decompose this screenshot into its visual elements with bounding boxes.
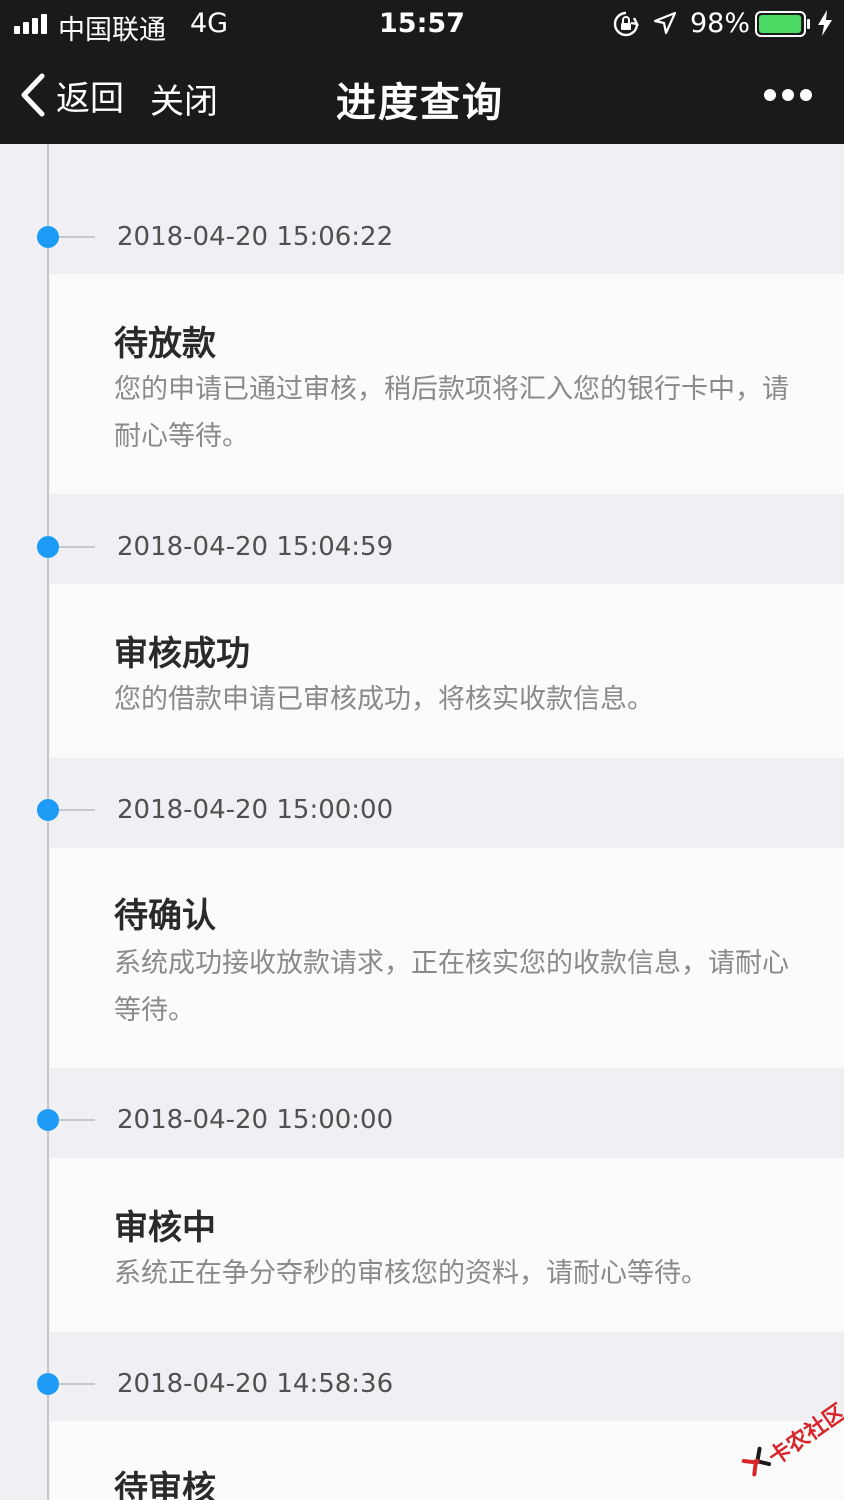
status-description: 系统正在争分夺秒的审核您的资料，请耐心等待。 [114,1258,708,1289]
status-card: 审核成功 您的借款申请已审核成功，将核实收款信息。 [50,584,844,758]
battery-percent: 98% [690,8,751,39]
status-card: 待放款 您的申请已通过审核，稍后款项将汇入您的银行卡中，请耐心等待。 [50,274,844,494]
timeline-dot-icon [37,799,59,821]
status-card: 待确认 系统成功接收放款请求，正在核实您的收款信息，请耐心等待。 [50,848,844,1068]
more-options-button[interactable] [760,84,816,106]
status-title: 审核中 [114,1208,216,1248]
status-title: 待审核 [114,1469,216,1500]
status-title: 审核成功 [114,634,250,674]
entry-timestamp: 2018-04-20 15:06:22 [117,222,394,252]
progress-timeline[interactable]: 2018-04-20 15:06:22 待放款 您的申请已通过审核，稍后款项将汇… [0,144,844,1500]
status-description: 您的借款申请已审核成功，将核实收款信息。 [114,684,654,715]
more-dots-icon [764,89,776,101]
entry-timestamp: 2018-04-20 15:00:00 [117,795,394,825]
entry-timestamp: 2018-04-20 14:58:36 [117,1369,394,1399]
status-title: 待放款 [114,324,216,364]
status-bar: 中国联通 4G 15:57 98% [0,0,844,48]
status-description: 系统成功接收放款请求，正在核实您的收款信息，请耐心等待。 [114,948,789,1026]
location-arrow-icon [653,11,677,35]
timeline-line [47,144,49,1500]
status-title: 待确认 [114,896,216,936]
timeline-dot-icon [37,1109,59,1131]
timeline-dot-icon [37,226,59,248]
page-title: 进度查询 [336,80,504,126]
charging-bolt-icon [818,10,832,36]
status-description: 您的申请已通过审核，稍后款项将汇入您的银行卡中，请耐心等待。 [114,374,789,452]
battery-icon [755,11,810,37]
entry-timestamp: 2018-04-20 15:04:59 [117,532,394,562]
status-card: 审核中 系统正在争分夺秒的审核您的资料，请耐心等待。 [50,1158,844,1332]
timeline-dot-icon [37,536,59,558]
timeline-dot-icon [37,1373,59,1395]
rotation-lock-icon [613,11,640,37]
status-card: 待审核 [50,1421,844,1500]
navigation-bar: 返回 关闭 进度查询 [0,48,844,144]
entry-timestamp: 2018-04-20 15:00:00 [117,1105,394,1135]
